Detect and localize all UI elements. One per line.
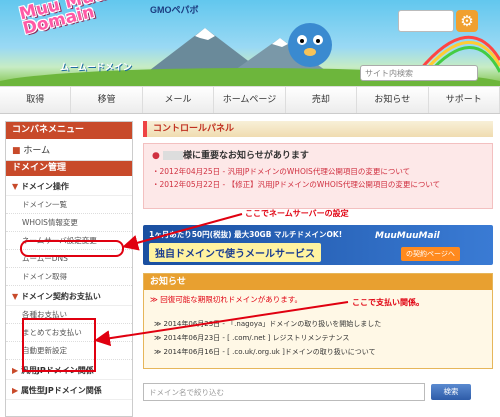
alert-icon: ● [152, 151, 163, 161]
news-title: お知らせ [144, 274, 492, 290]
news-item[interactable]: ≫ 2014年06月16日 - [ .co.uk/.org.uk ]ドメインの取… [144, 345, 492, 359]
news-box: お知らせ ≫ 回復可能な期限切れドメインがあります。 ≫ 2014年06月23日… [143, 273, 493, 369]
domain-filter: ドメイン名で絞り込む 検索 [143, 383, 493, 401]
main-nav: 取得 移管 メール ホームページ 売却 お知らせ サポート [0, 86, 500, 114]
nav-transfer[interactable]: 移管 [71, 87, 143, 113]
nav-news[interactable]: お知らせ [357, 87, 429, 113]
highlight-payment [22, 318, 96, 372]
domain-filter-input[interactable]: ドメイン名で絞り込む [143, 383, 425, 401]
notice-title: ● 様に重要なお知らせがあります [152, 148, 484, 161]
notice-link[interactable]: ・2012年04月25日 - 汎用JPドメインのWHOIS代理公開項目の変更につ… [152, 166, 484, 177]
site-header: GMOペパボ Muu Muu Domain ムームードメイン ⚙ サイト内検索 [0, 0, 500, 86]
filter-search-button[interactable]: 検索 [431, 384, 471, 400]
group-label: 属性型JPドメイン関係 [20, 386, 102, 395]
sidebar-group-payment[interactable]: ▼ ドメイン契約お支払い [6, 286, 132, 306]
home-icon: ■ [12, 146, 24, 156]
sidebar-header: コンバネメニュー [6, 122, 132, 139]
gmo-logo[interactable]: GMOペパボ [150, 3, 199, 16]
sidebar-group-attr-jp[interactable]: ▶ 属性型JPドメイン関係 [6, 380, 132, 400]
user-name-box[interactable] [398, 10, 454, 32]
banner-brand: MuuMuuMail [375, 231, 440, 241]
logo-subtitle: ムームードメイン [60, 63, 132, 73]
nav-homepage[interactable]: ホームページ [214, 87, 286, 113]
sidebar-item-domain-list[interactable]: ドメイン一覧 [6, 196, 132, 214]
sidebar-home-label: ホーム [23, 146, 51, 156]
sidebar-item-domain-acquire[interactable]: ドメイン取得 [6, 268, 132, 286]
group-label: ドメイン操作 [20, 182, 69, 191]
expired-domain-alert[interactable]: ≫ 回復可能な期限切れドメインがあります。 [144, 290, 492, 309]
banner-line2: 独自ドメインで使うメールサービス [149, 243, 321, 262]
triangle-icon: ▶ [12, 366, 21, 375]
important-notice: ● 様に重要なお知らせがあります ・2012年04月25日 - 汎用JPドメイン… [143, 143, 493, 209]
nav-sale[interactable]: 売却 [286, 87, 358, 113]
gear-icon[interactable]: ⚙ [456, 10, 478, 32]
site-search-input[interactable]: サイト内検索 [360, 65, 478, 81]
triangle-icon: ▼ [12, 292, 21, 301]
sidebar: コンバネメニュー ■ ホーム ドメイン管理 ▼ ドメイン操作 ドメイン一覧 WH… [5, 121, 133, 417]
notice-link[interactable]: ・2012年05月22日 - 【修正】汎用JPドメインのWHOIS代理公開項目の… [152, 179, 484, 190]
banner-cta[interactable]: の契約ページへ [401, 247, 460, 261]
highlight-nameserver [20, 240, 124, 257]
nav-mail[interactable]: メール [143, 87, 215, 113]
group-label: ドメイン契約お支払い [20, 292, 101, 301]
notice-title-text: 様に重要なお知らせがあります [183, 151, 309, 161]
annotation-payment: ここで支払い関係。 [352, 298, 424, 307]
user-name-blur [163, 151, 183, 160]
sidebar-group-domain-ops[interactable]: ▼ ドメイン操作 [6, 176, 132, 196]
mail-service-banner[interactable]: 1ヶ月あたり50円(税抜) 最大30GB マルチドメインOK! 独自ドメインで使… [143, 225, 493, 265]
triangle-icon: ▼ [12, 182, 21, 191]
nav-support[interactable]: サポート [429, 87, 500, 113]
control-panel-title: コントロールパネル [143, 121, 493, 137]
main-content: コントロールパネル ● 様に重要なお知らせがあります ・2012年04月25日 … [143, 121, 493, 401]
news-item[interactable]: ≫ 2014年06月23日 - 「.nagoya」ドメインの取り扱いを開始しまし… [144, 317, 492, 331]
sidebar-item-whois[interactable]: WHOIS情報変更 [6, 214, 132, 232]
sidebar-section-domain: ドメイン管理 [6, 161, 132, 176]
news-item[interactable]: ≫ 2014年06月23日 - [ .com/.net ] レジストリメンテナン… [144, 331, 492, 345]
banner-line1: 1ヶ月あたり50円(税抜) 最大30GB マルチドメインOK! [149, 230, 343, 239]
triangle-icon: ▶ [12, 386, 21, 395]
sidebar-item-home[interactable]: ■ ホーム [6, 139, 132, 161]
nav-acquire[interactable]: 取得 [0, 87, 72, 113]
annotation-nameserver: ここでネームサーバーの設定 [245, 209, 349, 218]
